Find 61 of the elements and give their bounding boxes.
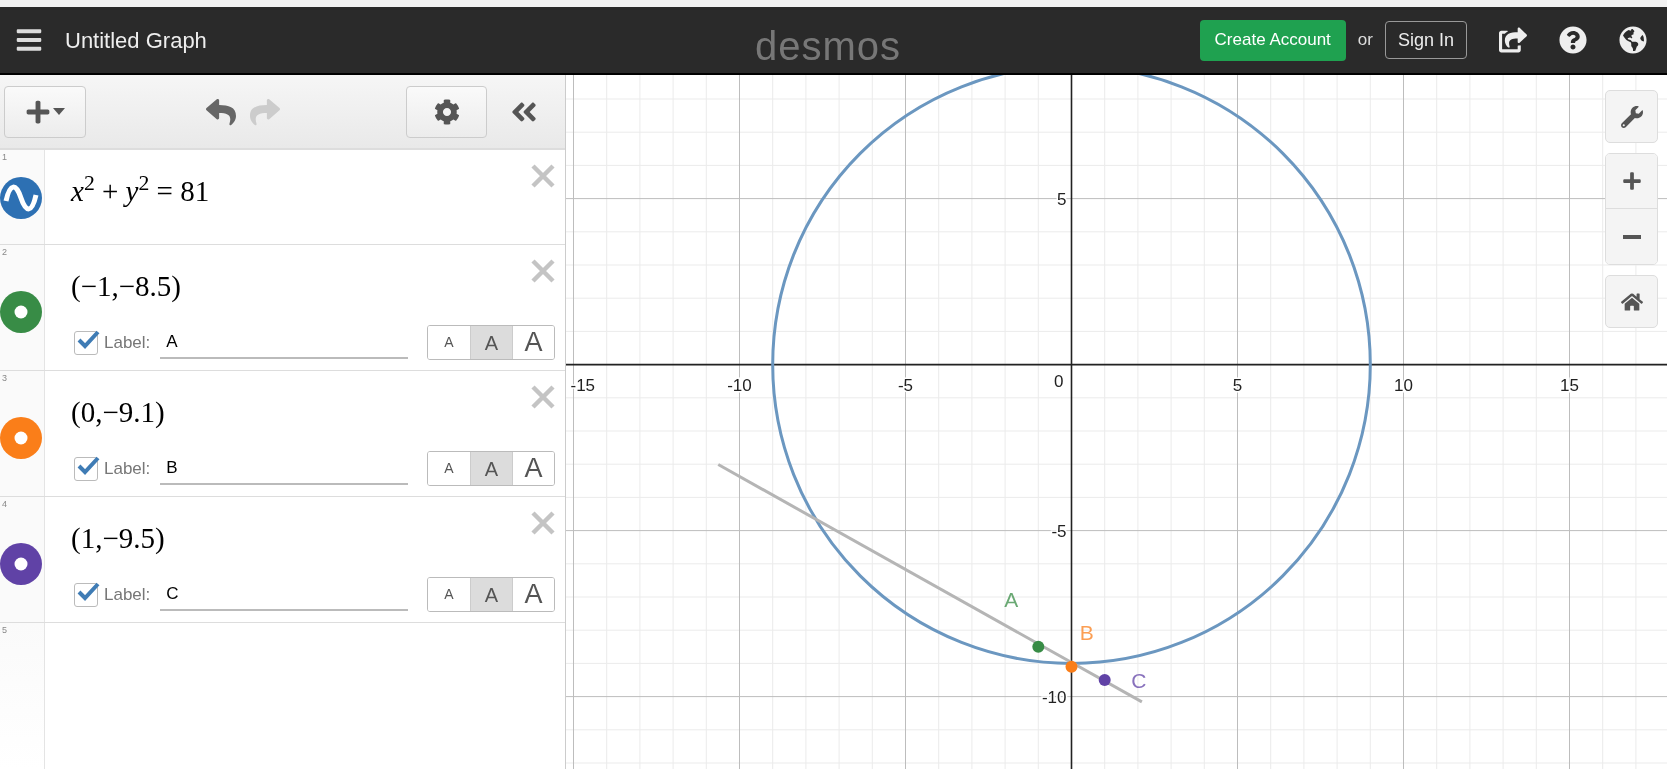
zoom-out-button[interactable] bbox=[1606, 209, 1657, 264]
label-caption: Label: bbox=[104, 457, 151, 480]
x-tick-label: -15 bbox=[570, 375, 596, 395]
globe-icon[interactable] bbox=[1619, 26, 1647, 54]
label-checkbox[interactable] bbox=[74, 330, 98, 355]
graph-point[interactable] bbox=[1065, 660, 1078, 673]
settings-button[interactable] bbox=[406, 85, 487, 138]
y-tick-label: 5 bbox=[1057, 189, 1067, 209]
label-size-option[interactable]: A bbox=[512, 452, 554, 485]
zoom-in-button[interactable] bbox=[1606, 154, 1657, 209]
graph-point[interactable] bbox=[1098, 674, 1111, 686]
wrench-icon[interactable] bbox=[1605, 90, 1658, 143]
home-icon[interactable] bbox=[1605, 275, 1658, 328]
y-tick-label: -10 bbox=[1041, 687, 1067, 707]
label-size-option[interactable]: A bbox=[512, 326, 554, 359]
x-tick-label: 5 bbox=[1232, 375, 1243, 395]
label-size-option[interactable]: A bbox=[470, 578, 512, 611]
label-size-option[interactable]: A bbox=[470, 326, 512, 359]
row-number: 4 bbox=[1, 498, 7, 509]
y-tick-label: -5 bbox=[1051, 521, 1067, 541]
origin-label: 0 bbox=[1054, 371, 1064, 391]
graph-point[interactable] bbox=[1032, 640, 1045, 653]
logo-text: desmos bbox=[755, 23, 902, 70]
x-tick-label: 10 bbox=[1394, 375, 1413, 395]
expression-math[interactable]: (−1,−8.5) bbox=[71, 267, 182, 305]
label-input[interactable]: A bbox=[160, 326, 409, 359]
label-size-option[interactable]: A bbox=[470, 452, 512, 485]
plus-icon bbox=[1621, 171, 1642, 191]
help-icon[interactable] bbox=[1559, 26, 1587, 54]
or-text: or bbox=[1357, 29, 1373, 52]
x-tick-label: -10 bbox=[727, 375, 752, 395]
point-label: A bbox=[1004, 587, 1019, 611]
share-icon[interactable] bbox=[1499, 26, 1527, 54]
gear-icon bbox=[433, 98, 460, 125]
expression-math[interactable]: (0,−9.1) bbox=[71, 393, 165, 431]
row-number: 1 bbox=[1, 151, 7, 162]
caret-icon bbox=[53, 108, 65, 115]
x-tick-label: 15 bbox=[1560, 375, 1579, 395]
point-label: B bbox=[1079, 621, 1094, 645]
label-caption: Label: bbox=[104, 331, 151, 354]
label-input[interactable]: C bbox=[160, 578, 409, 611]
add-item-button[interactable] bbox=[4, 85, 86, 138]
label-caption: Label: bbox=[104, 583, 151, 606]
label-size-option[interactable]: A bbox=[512, 578, 554, 611]
row-number: 3 bbox=[1, 372, 7, 383]
x-tick-label: -5 bbox=[897, 375, 914, 395]
graph-title[interactable]: Untitled Graph bbox=[65, 23, 207, 57]
label-checkbox[interactable] bbox=[74, 456, 98, 481]
undo-icon[interactable] bbox=[206, 96, 236, 127]
label-input[interactable]: B bbox=[160, 452, 409, 485]
menu-icon[interactable] bbox=[15, 26, 43, 54]
sign-in-button[interactable]: Sign In bbox=[1384, 21, 1467, 59]
minus-icon bbox=[1622, 234, 1641, 239]
expression-math[interactable]: x$^{2}$ + y$^{2}$ = 81 bbox=[71, 172, 210, 210]
plus-icon bbox=[25, 98, 51, 125]
graph-canvas[interactable]: -15 -10 -5 5 10 15 5 -5 -10 0 A B C bbox=[566, 75, 1667, 769]
label-checkbox[interactable] bbox=[74, 582, 98, 607]
expression-math[interactable]: (1,−9.5) bbox=[71, 519, 165, 557]
row-number: 2 bbox=[1, 246, 7, 257]
row-number: 5 bbox=[1, 624, 8, 635]
point-label: C bbox=[1131, 669, 1147, 693]
